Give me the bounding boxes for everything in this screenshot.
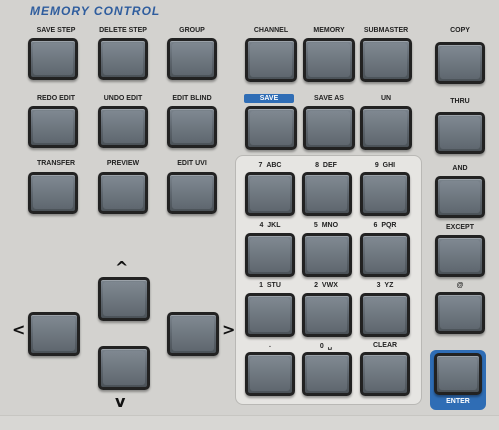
clear-label: CLEAR bbox=[372, 342, 398, 349]
undo-edit-label: UNDO EDIT bbox=[103, 95, 143, 102]
down-arrow-button[interactable] bbox=[98, 346, 150, 390]
copy-label: COPY bbox=[450, 27, 470, 34]
un-label: UN bbox=[380, 95, 392, 102]
save-as-button[interactable] bbox=[303, 106, 355, 150]
thru-button[interactable] bbox=[435, 112, 485, 154]
key-1-label: 1 STU bbox=[259, 282, 281, 289]
key-5-label: 5 MNO bbox=[313, 222, 339, 229]
submaster-button[interactable] bbox=[360, 38, 412, 82]
key-decimal-label: . bbox=[269, 342, 271, 349]
memory-button[interactable] bbox=[303, 38, 355, 82]
left-arrow-button[interactable] bbox=[28, 312, 80, 356]
key-2-label: 2 VWX bbox=[314, 282, 338, 289]
save-step-label: SAVE STEP bbox=[36, 27, 76, 34]
and-label: AND bbox=[452, 165, 468, 172]
key-8-label: 8 DEF bbox=[315, 162, 337, 169]
submaster-label: SUBMASTER bbox=[363, 27, 409, 34]
edit-uvi-button[interactable] bbox=[167, 172, 217, 214]
key-3-label: 3 YZ bbox=[376, 282, 394, 289]
arrow-down-icon: v bbox=[115, 392, 126, 411]
transfer-label: TRANSFER bbox=[36, 160, 76, 167]
group-button[interactable] bbox=[167, 38, 217, 80]
save-step-button[interactable] bbox=[28, 38, 78, 80]
enter-button[interactable] bbox=[434, 353, 482, 395]
panel-bottom-strip bbox=[0, 415, 499, 430]
arrow-up-icon: ^ bbox=[115, 258, 129, 277]
clear-button[interactable] bbox=[360, 352, 410, 396]
save-label: SAVE bbox=[259, 95, 279, 102]
save-label-badge: SAVE bbox=[244, 94, 294, 103]
thru-label: THRU bbox=[450, 98, 470, 105]
undo-edit-button[interactable] bbox=[98, 106, 148, 148]
delete-step-button[interactable] bbox=[98, 38, 148, 80]
edit-uvi-label: EDIT UVI bbox=[177, 160, 207, 167]
redo-edit-button[interactable] bbox=[28, 106, 78, 148]
save-button[interactable] bbox=[245, 106, 297, 150]
delete-step-label: DELETE STEP bbox=[99, 27, 147, 34]
key-9-label: 9 GHI bbox=[374, 162, 396, 169]
key-2-button[interactable] bbox=[302, 293, 352, 337]
key-1-button[interactable] bbox=[245, 293, 295, 337]
key-0-label: 0 ␣ bbox=[319, 343, 333, 350]
except-button[interactable] bbox=[435, 235, 485, 277]
memory-control-panel: MEMORY CONTROL SAVE STEP DELETE STEP GRO… bbox=[0, 0, 499, 430]
key-7-label: 7 ABC bbox=[258, 162, 282, 169]
key-decimal-button[interactable] bbox=[245, 352, 295, 396]
at-button[interactable] bbox=[435, 292, 485, 334]
arrow-left-icon: < bbox=[12, 320, 26, 339]
key-6-label: 6 PQR bbox=[373, 222, 397, 229]
key-3-button[interactable] bbox=[360, 293, 410, 337]
key-7-button[interactable] bbox=[245, 172, 295, 216]
key-4-button[interactable] bbox=[245, 233, 295, 277]
key-0-button[interactable] bbox=[302, 352, 352, 396]
preview-button[interactable] bbox=[98, 172, 148, 214]
right-arrow-button[interactable] bbox=[167, 312, 219, 356]
key-8-button[interactable] bbox=[302, 172, 352, 216]
enter-label: ENTER bbox=[446, 398, 470, 405]
except-label: EXCEPT bbox=[445, 224, 474, 231]
redo-edit-label: REDO EDIT bbox=[36, 95, 76, 102]
copy-button[interactable] bbox=[435, 42, 485, 84]
edit-blind-label: EDIT BLIND bbox=[172, 95, 212, 102]
key-6-button[interactable] bbox=[360, 233, 410, 277]
key-4-label: 4 JKL bbox=[259, 222, 281, 229]
key-5-button[interactable] bbox=[302, 233, 352, 277]
and-button[interactable] bbox=[435, 176, 485, 218]
group-label: GROUP bbox=[179, 27, 205, 34]
edit-blind-button[interactable] bbox=[167, 106, 217, 148]
at-label: @ bbox=[456, 282, 464, 289]
un-button[interactable] bbox=[360, 106, 412, 150]
channel-button[interactable] bbox=[245, 38, 297, 82]
up-arrow-button[interactable] bbox=[98, 277, 150, 321]
panel-title: MEMORY CONTROL bbox=[30, 4, 161, 18]
preview-label: PREVIEW bbox=[106, 160, 140, 167]
transfer-button[interactable] bbox=[28, 172, 78, 214]
arrow-right-icon: > bbox=[222, 320, 236, 339]
key-9-button[interactable] bbox=[360, 172, 410, 216]
